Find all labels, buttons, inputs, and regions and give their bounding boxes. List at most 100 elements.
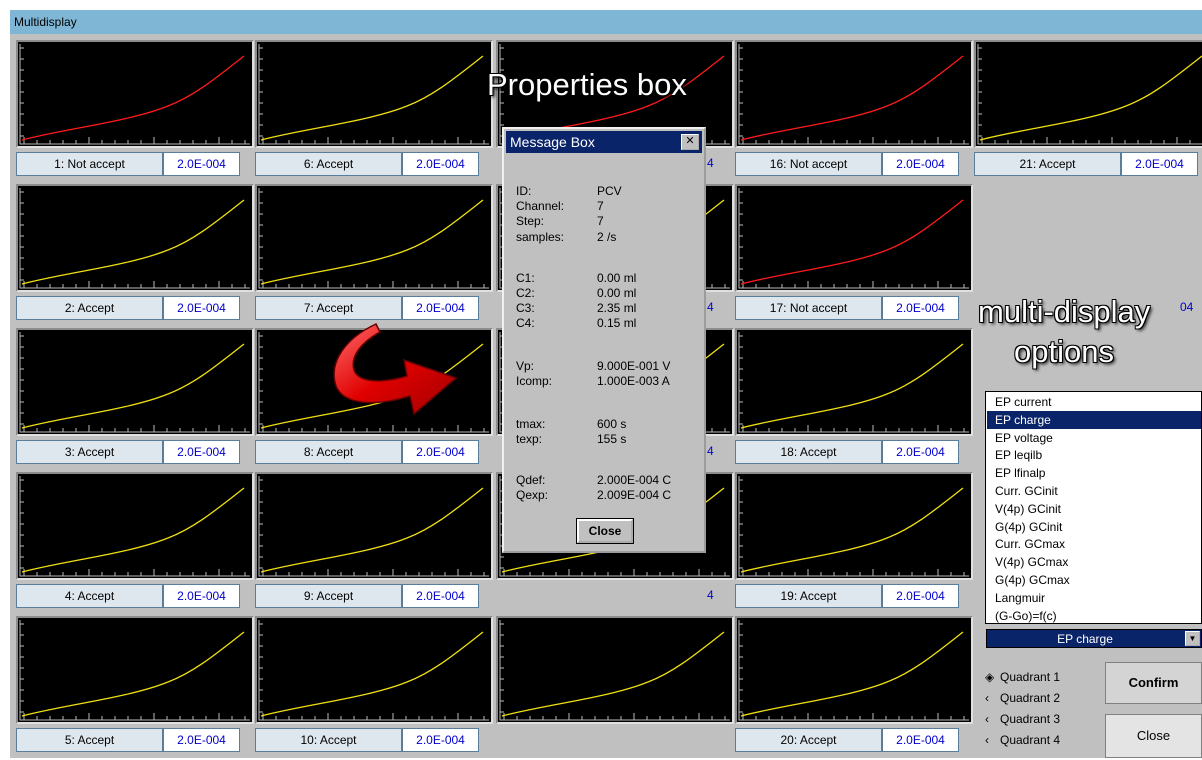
display-option-item[interactable]: EP leqilb: [987, 446, 1201, 464]
plot-charge-value: 2.0E-004: [882, 584, 959, 608]
plot-canvas[interactable]: [255, 184, 493, 292]
plot-canvas[interactable]: [735, 184, 973, 292]
plot-cell[interactable]: 21: Accept 2.0E-004: [974, 40, 1202, 184]
plot-status-label[interactable]: 6: Accept: [255, 152, 402, 176]
plot-status-label[interactable]: 9: Accept: [255, 584, 402, 608]
radio-unselected-icon[interactable]: ‹: [985, 733, 997, 747]
plot-cell[interactable]: 20: Accept 2.0E-004: [735, 616, 973, 760]
display-option-item[interactable]: Curr. GCmax: [987, 535, 1201, 553]
plot-cell[interactable]: 3: Accept 2.0E-004: [16, 328, 254, 472]
plot-canvas[interactable]: [974, 40, 1202, 148]
property-value: 2.35 ml: [597, 301, 637, 315]
plot-canvas[interactable]: [735, 616, 973, 724]
message-box-close-icon[interactable]: ✕: [681, 134, 699, 150]
plot-cell[interactable]: 6: Accept 2.0E-004: [255, 40, 493, 184]
message-box-dialog: Message Box ✕ ID: PCV Channel: 7 Step: 7 sampl…: [502, 127, 706, 553]
display-mode-select[interactable]: EP charge ▼: [986, 629, 1202, 648]
display-options-list[interactable]: EP current EP charge EP voltage EP leqilb EP…: [985, 391, 1202, 624]
message-box-close-button[interactable]: Close: [576, 518, 634, 544]
quadrant-radio[interactable]: ‹ Quadrant 4: [985, 733, 1060, 747]
plot-status-label[interactable]: 7: Accept: [255, 296, 402, 320]
plot-canvas[interactable]: [255, 40, 493, 148]
plot-canvas[interactable]: [735, 328, 973, 436]
quadrant-radio[interactable]: ◈ Quadrant 1: [985, 670, 1060, 684]
plot-status-label[interactable]: 3: Accept: [16, 440, 163, 464]
plot-cell[interactable]: 18: Accept 2.0E-004: [735, 328, 973, 472]
quadrant-radio[interactable]: ‹ Quadrant 3: [985, 712, 1060, 726]
plot-status-label[interactable]: 19: Accept: [735, 584, 882, 608]
property-value: 0.00 ml: [597, 271, 637, 285]
quadrant-radio[interactable]: ‹ Quadrant 2: [985, 691, 1060, 705]
plot-canvas[interactable]: [496, 616, 734, 724]
plot-cell[interactable]: 16: Not accept 2.0E-004: [735, 40, 973, 184]
plot-status-label[interactable]: 20: Accept: [735, 728, 882, 752]
plot-charge-value: 2.0E-004: [882, 152, 959, 176]
plot-cell[interactable]: 15: Accept2.0E-004: [496, 616, 734, 760]
plot-axes: [19, 44, 250, 145]
curve-plot: [738, 476, 969, 577]
plot-cell[interactable]: 10: Accept 2.0E-004: [255, 616, 493, 760]
property-name: C4:: [516, 316, 535, 330]
plot-cell[interactable]: 7: Accept 2.0E-004: [255, 184, 493, 328]
plot-cell[interactable]: 1: Not accept 2.0E-004: [16, 40, 254, 184]
plot-status-label[interactable]: 16: Not accept: [735, 152, 882, 176]
display-option-item[interactable]: V(4p) GCmax: [987, 553, 1201, 571]
plot-status-label[interactable]: 10: Accept: [255, 728, 402, 752]
plot-cell[interactable]: 5: Accept 2.0E-004: [16, 616, 254, 760]
curve-plot: [738, 620, 969, 721]
plot-canvas[interactable]: [16, 40, 254, 148]
plot-status-label[interactable]: 4: Accept: [16, 584, 163, 608]
plot-cell[interactable]: 9: Accept 2.0E-004: [255, 472, 493, 616]
display-option-item[interactable]: EP current: [987, 393, 1201, 411]
plot-canvas[interactable]: [255, 616, 493, 724]
data-curve: [21, 343, 245, 429]
plot-status-label[interactable]: 1: Not accept: [16, 152, 163, 176]
radio-selected-icon[interactable]: ◈: [985, 670, 997, 684]
property-name: C3:: [516, 301, 535, 315]
display-option-item[interactable]: V(4p) GCinit: [987, 500, 1201, 518]
plot-canvas[interactable]: [16, 328, 254, 436]
plot-status-label[interactable]: 18: Accept: [735, 440, 882, 464]
plot-canvas[interactable]: [255, 472, 493, 580]
chevron-down-icon[interactable]: ▼: [1185, 631, 1200, 646]
plot-canvas[interactable]: [16, 472, 254, 580]
plot-status-label[interactable]: 2: Accept: [16, 296, 163, 320]
plot-status-label[interactable]: 17: Not accept: [735, 296, 882, 320]
display-option-item[interactable]: Langmuir: [987, 589, 1201, 607]
quadrant-label: Quadrant 1: [1000, 670, 1061, 684]
property-name: Qdef:: [516, 473, 546, 487]
plot-canvas[interactable]: [16, 184, 254, 292]
display-option-item[interactable]: G(4p) GCmax: [987, 571, 1201, 589]
plot-canvas[interactable]: [735, 472, 973, 580]
radio-unselected-icon[interactable]: ‹: [985, 712, 997, 726]
curve-plot: [19, 476, 250, 577]
property-value: 2.009E-004 C: [597, 488, 672, 502]
plot-cell[interactable]: 19: Accept 2.0E-004: [735, 472, 973, 616]
property-value: 155 s: [597, 432, 627, 446]
plot-status-label[interactable]: 8: Accept: [255, 440, 402, 464]
properties-box-caption: Properties box: [487, 67, 687, 102]
confirm-button[interactable]: Confirm: [1105, 662, 1202, 704]
display-option-item[interactable]: Curr. GCinit: [987, 482, 1201, 500]
plot-axes: [499, 620, 730, 721]
display-option-item[interactable]: EP charge: [987, 410, 1201, 429]
property-name: Vp:: [516, 359, 535, 373]
radio-unselected-icon[interactable]: ‹: [985, 691, 997, 705]
plot-status-label[interactable]: 5: Accept: [16, 728, 163, 752]
plot-axes: [258, 44, 489, 145]
message-box-title: Message Box: [510, 134, 595, 150]
plot-status-label[interactable]: 21: Accept: [974, 152, 1121, 176]
display-option-item[interactable]: G(4p) GCinit: [987, 518, 1201, 536]
plot-canvas[interactable]: [16, 616, 254, 724]
plot-charge-value: 2.0E-004: [402, 584, 479, 608]
plot-cell[interactable]: 17: Not accept 2.0E-004: [735, 184, 973, 328]
display-option-item[interactable]: EP voltage: [987, 429, 1201, 447]
data-curve: [260, 487, 484, 573]
plot-cell[interactable]: 4: Accept 2.0E-004: [16, 472, 254, 616]
close-button[interactable]: Close: [1105, 714, 1202, 758]
display-option-item[interactable]: (G-Go)=f(c): [987, 607, 1201, 625]
plot-cell[interactable]: 2: Accept 2.0E-004: [16, 184, 254, 328]
plot-canvas[interactable]: [735, 40, 973, 148]
curve-plot: [499, 620, 730, 721]
display-option-item[interactable]: EP lfinalp: [987, 464, 1201, 482]
